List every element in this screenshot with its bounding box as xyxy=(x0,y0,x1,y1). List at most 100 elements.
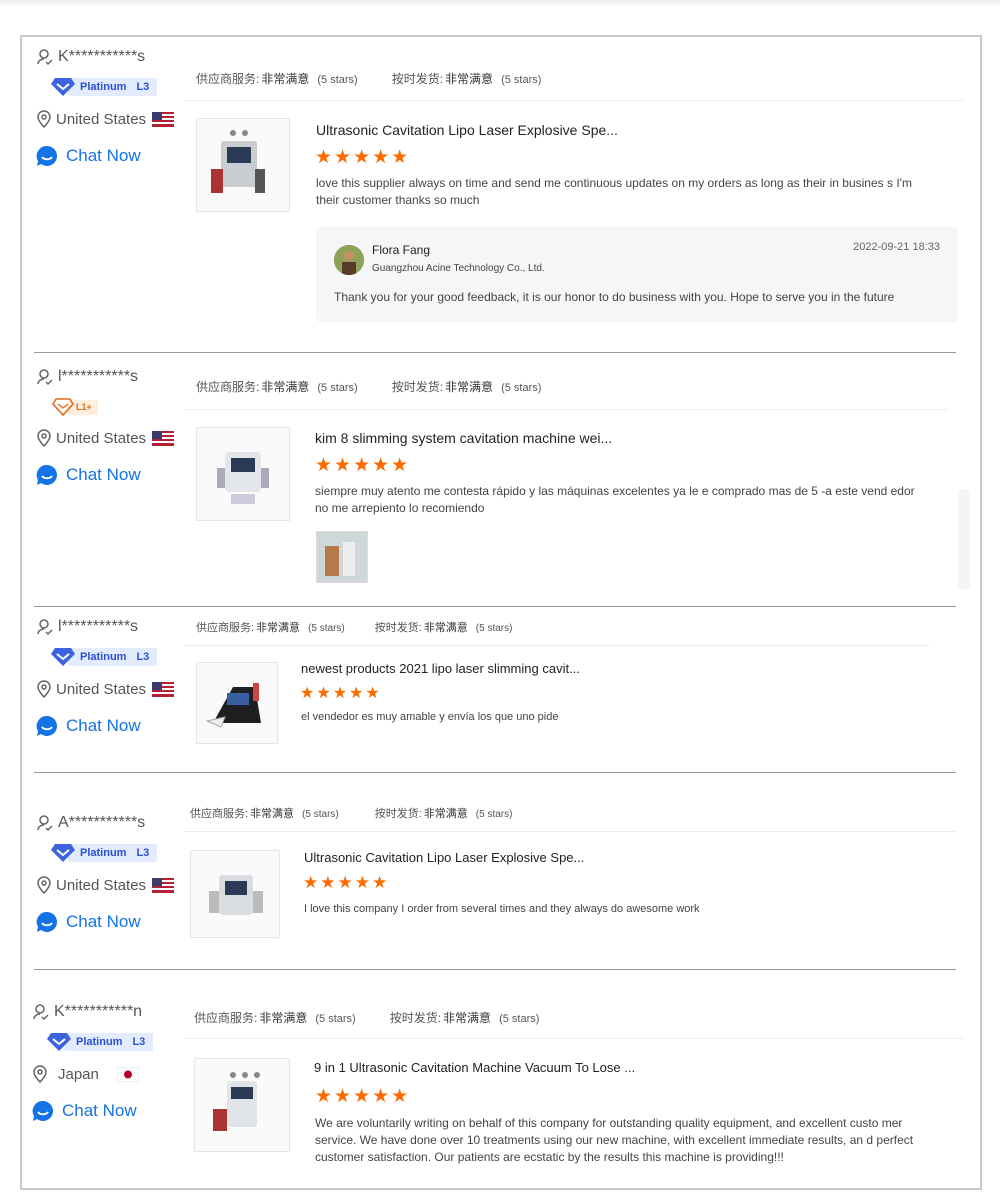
reply-date: 2022-09-21 18:33 xyxy=(853,241,940,253)
buyer-name: A***********s xyxy=(36,811,196,835)
buyer-name-text: K***********s xyxy=(58,48,146,65)
chat-now-button[interactable]: Chat Now xyxy=(32,1099,192,1123)
platinum-badge: Platinum L3 xyxy=(50,843,158,863)
buyer-country: Japan xyxy=(32,1063,192,1085)
country-name: United States xyxy=(56,110,147,128)
review-item: l***********s Platinum L3 United States C… xyxy=(34,607,970,773)
supplier-reply: Flora Fang Guangzhou Acine Technology Co… xyxy=(316,227,958,322)
product-title[interactable]: Ultrasonic Cavitation Lipo Laser Explosi… xyxy=(316,122,618,138)
review-item: l***********s L1+ United States Chat Now xyxy=(34,353,970,607)
chat-now-button[interactable]: Chat Now xyxy=(36,714,196,738)
supplier-service-value: 非常满意 xyxy=(250,808,295,820)
country-name: United States xyxy=(56,429,147,447)
supplier-service-stars: (5 stars) xyxy=(302,809,339,820)
user-verified-icon xyxy=(36,814,54,832)
product-image[interactable] xyxy=(190,850,280,938)
review-comment: siempre muy atento me contesta rápido y … xyxy=(315,484,915,515)
badge-level: L3 xyxy=(136,651,150,663)
delivery-label: 按时发货: xyxy=(391,380,444,394)
star-rating: ★★★★★ xyxy=(300,685,382,702)
delivery-stars: (5 stars) xyxy=(501,382,542,394)
location-pin-icon xyxy=(36,429,52,447)
chat-bubble-icon xyxy=(36,715,58,737)
japan-flag-icon xyxy=(116,1066,139,1082)
product-title[interactable]: Ultrasonic Cavitation Lipo Laser Explosi… xyxy=(304,850,584,865)
chat-now-label: Chat Now xyxy=(66,146,141,165)
product-title[interactable]: 9 in 1 Ultrasonic Cavitation Machine Vac… xyxy=(314,1060,635,1075)
star-rating: ★★★★★ xyxy=(303,873,390,892)
us-flag-icon xyxy=(152,430,175,446)
buyer-info: l***********s Platinum L3 United States C… xyxy=(36,615,196,738)
review-item: K***********s Platinum L3 United States C… xyxy=(34,45,970,353)
chat-now-button[interactable]: Chat Now xyxy=(36,910,196,934)
location-pin-icon xyxy=(36,110,52,128)
supplier-service-stars: (5 stars) xyxy=(308,623,345,634)
reply-company: Guangzhou Acine Technology Co., Ltd. xyxy=(372,263,545,274)
diamond-icon xyxy=(51,844,75,862)
chat-now-button[interactable]: Chat Now xyxy=(36,463,196,487)
badge-level: L3 xyxy=(132,1036,146,1048)
delivery-stars: (5 stars) xyxy=(499,1013,540,1025)
user-verified-icon xyxy=(36,618,54,636)
badge-level: L3 xyxy=(136,81,150,93)
product-image[interactable] xyxy=(194,1058,290,1152)
chat-now-label: Chat Now xyxy=(66,716,141,735)
reply-author: Flora Fang xyxy=(372,243,431,257)
product-image[interactable] xyxy=(196,118,290,212)
review-item: A***********s Platinum L3 United States C… xyxy=(34,773,970,970)
delivery-value: 非常满意 xyxy=(423,808,468,820)
supplier-service-stars: (5 stars) xyxy=(317,382,358,394)
us-flag-icon xyxy=(152,877,175,893)
chat-bubble-icon xyxy=(36,464,58,486)
buyer-name: l***********s xyxy=(36,615,196,639)
review-comment: el vendedor es muy amable y envía los qu… xyxy=(301,711,559,723)
review-photo-thumbnail[interactable] xyxy=(316,531,368,583)
buyer-info: K***********s Platinum L3 United States C… xyxy=(36,45,196,168)
supplier-service-value: 非常满意 xyxy=(256,622,301,634)
badge-label: Platinum xyxy=(76,1036,123,1048)
supplier-service-label: 供应商服务: xyxy=(196,380,260,394)
avatar xyxy=(334,245,364,275)
chat-bubble-icon xyxy=(36,145,58,167)
review-comment: We are voluntarily writing on behalf of … xyxy=(315,1116,914,1164)
supplier-service-label: 供应商服务: xyxy=(196,72,260,86)
delivery-stars: (5 stars) xyxy=(475,623,513,634)
supplier-service-label: 供应商服务: xyxy=(190,808,249,820)
ratings-row: 供应商服务: 非常满意 (5 stars) 按时发货: 非常满意 (5 stars) xyxy=(196,619,512,635)
platinum-badge: Platinum L3 xyxy=(46,1032,154,1052)
chat-now-label: Chat Now xyxy=(66,912,141,931)
badge-label: Platinum xyxy=(80,847,127,859)
product-image[interactable] xyxy=(196,427,290,521)
supplier-service-stars: (5 stars) xyxy=(315,1013,356,1025)
diamond-icon xyxy=(51,648,75,666)
delivery-value: 非常满意 xyxy=(445,72,494,86)
user-verified-icon xyxy=(36,368,54,386)
delivery-label: 按时发货: xyxy=(389,1011,442,1025)
delivery-stars: (5 stars) xyxy=(475,809,513,820)
country-name: United States xyxy=(56,876,147,894)
buyer-name-text: A***********s xyxy=(58,814,146,831)
product-image[interactable] xyxy=(196,662,278,744)
badge-label: Platinum xyxy=(80,651,127,663)
product-title[interactable]: kim 8 slimming system cavitation machine… xyxy=(315,430,612,446)
product-title[interactable]: newest products 2021 lipo laser slimming… xyxy=(301,661,580,676)
ratings-row: 供应商服务: 非常满意 (5 stars) 按时发货: 非常满意 (5 stars) xyxy=(190,805,512,821)
ratings-row: 供应商服务: 非常满意 (5 stars) 按时发货: 非常满意 (5 stars) xyxy=(196,378,541,395)
location-pin-icon xyxy=(32,1065,48,1083)
buyer-country: United States xyxy=(36,678,196,700)
buyer-name: K***********s xyxy=(36,45,196,69)
chat-now-button[interactable]: Chat Now xyxy=(36,144,196,168)
supplier-service-stars: (5 stars) xyxy=(317,74,358,86)
buyer-name: K***********n xyxy=(32,1000,192,1024)
buyer-name-text: l***********s xyxy=(58,368,139,385)
ratings-row: 供应商服务: 非常满意 (5 stars) 按时发货: 非常满意 (5 stars) xyxy=(196,70,541,87)
diamond-icon xyxy=(52,398,74,416)
review-comment: love this supplier always on time and se… xyxy=(316,176,912,207)
buyer-country: United States xyxy=(36,108,196,130)
scrollbar-fragment xyxy=(958,489,970,589)
delivery-stars: (5 stars) xyxy=(501,74,542,86)
buyer-name-text: K***********n xyxy=(54,1003,143,1020)
buyer-info: l***********s L1+ United States Chat Now xyxy=(36,365,196,487)
delivery-value: 非常满意 xyxy=(443,1011,492,1025)
country-name: United States xyxy=(56,680,147,698)
